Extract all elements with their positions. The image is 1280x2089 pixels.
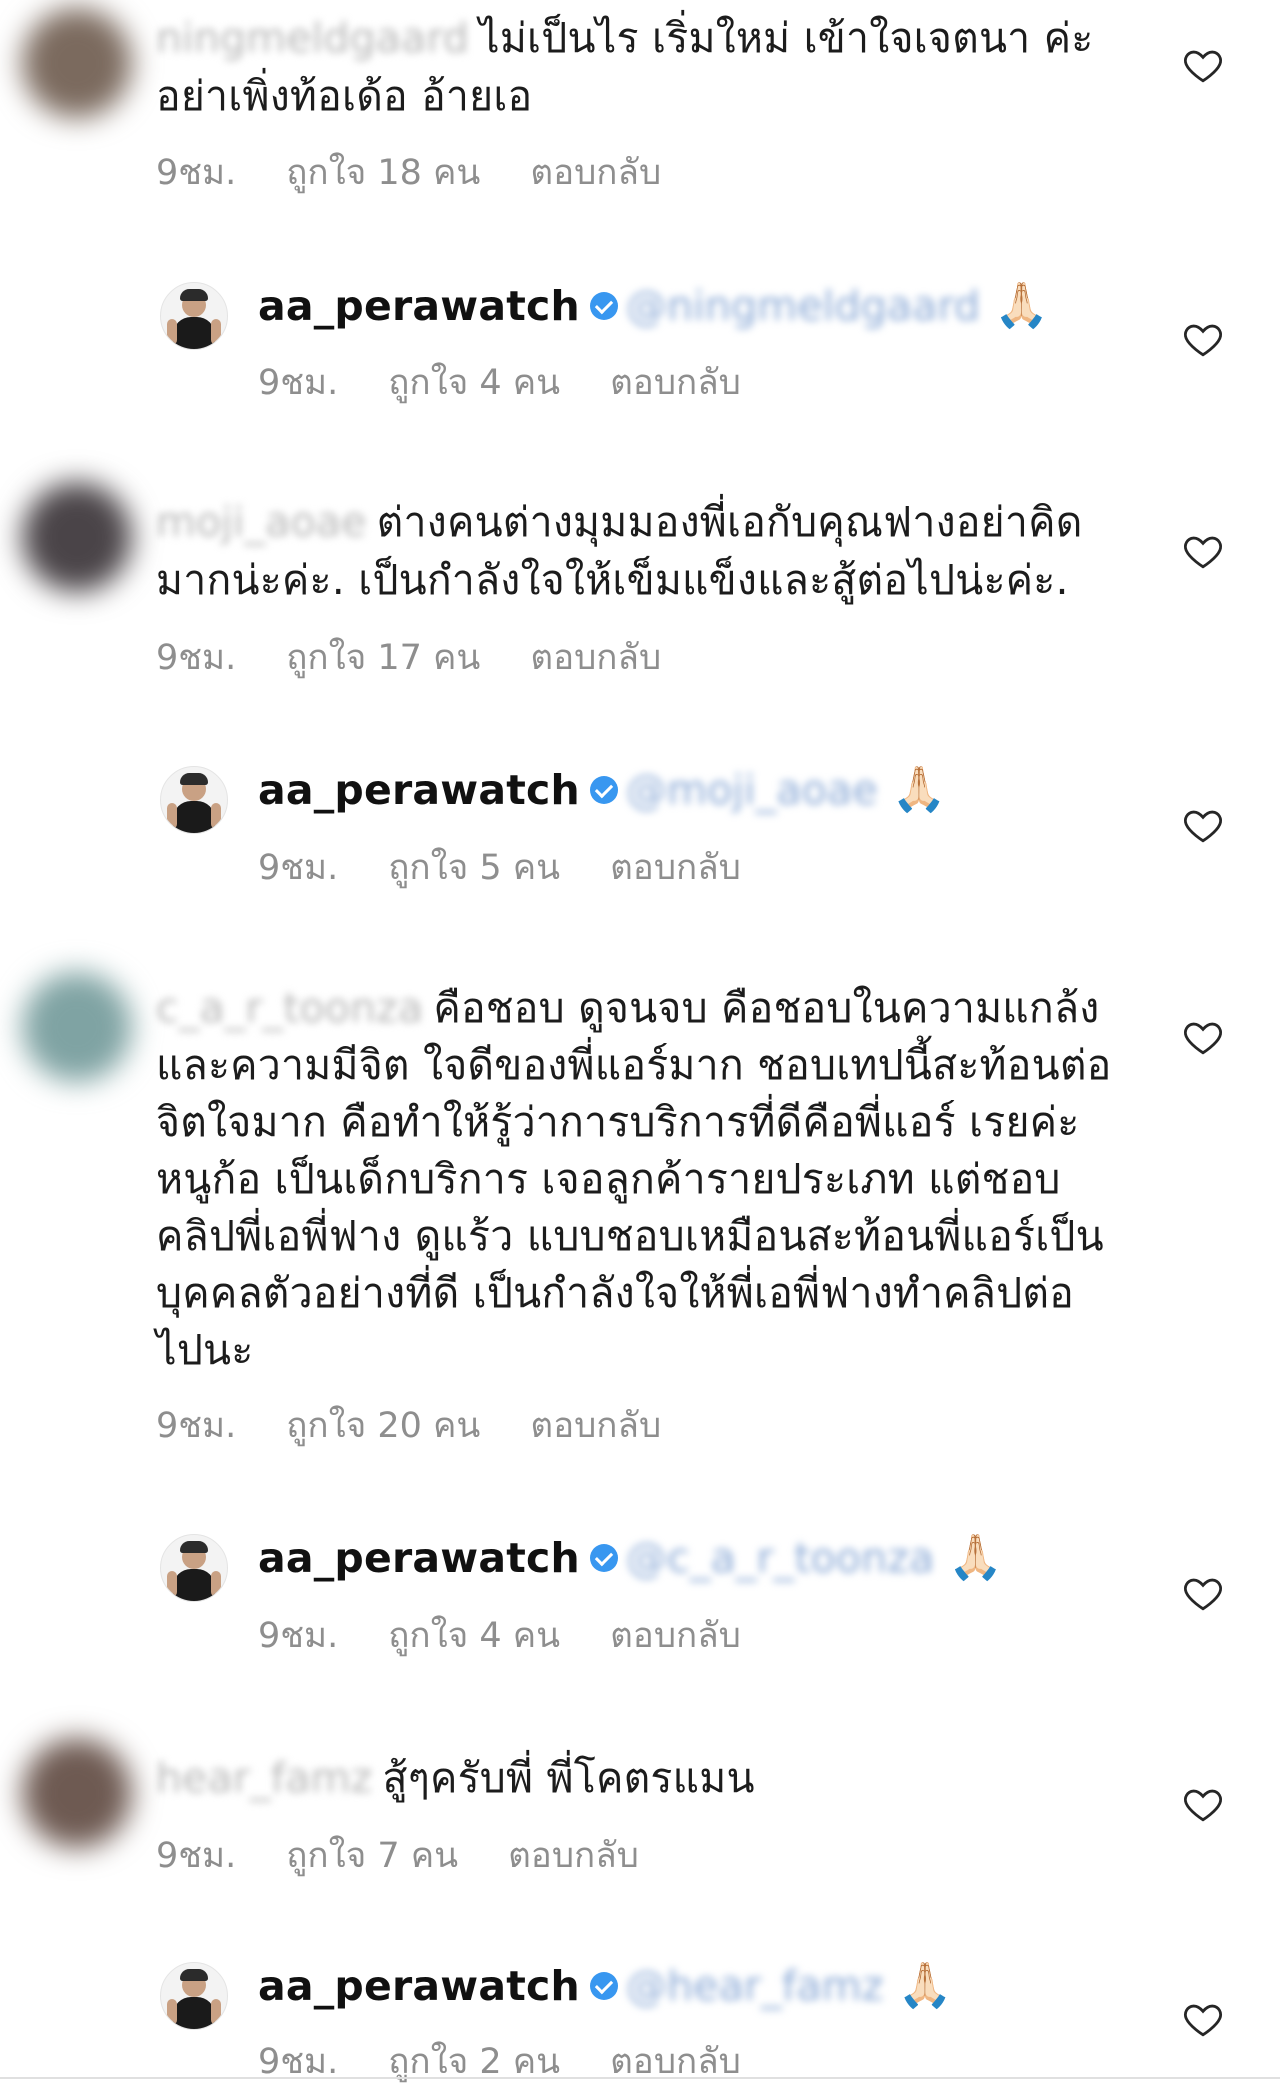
comment-meta: 9ชม. ถูกใจ 7 คน ตอบกลับ — [156, 1828, 689, 1883]
reply-username[interactable]: aa_perawatch — [258, 282, 580, 330]
reply-mention[interactable]: @hear_famz — [626, 1962, 884, 2010]
reply-mention[interactable]: @c_a_r_toonza — [626, 1534, 935, 1582]
reply-time: 9ชม. — [258, 1616, 339, 1656]
reply-button[interactable]: ตอบกลับ — [530, 638, 661, 678]
comment-text-line: มากน่ะค่ะ. เป็นกำลังใจให้เข็มแข็งและสู้ต… — [156, 556, 1069, 604]
commenter-username[interactable]: hear_famz — [156, 1754, 373, 1802]
comment-meta: 9ชม. ถูกใจ 17 คน ตอบกลับ — [156, 630, 711, 685]
heart-icon[interactable] — [1182, 1783, 1224, 1825]
comment-text-line: คลิปพี่เอพี่ฟาง ดูแร้ว แบบชอบเหมือนสะท้อ… — [156, 1212, 1104, 1260]
heart-icon[interactable] — [1182, 530, 1224, 572]
heart-icon[interactable] — [1182, 1572, 1224, 1614]
comment-meta: 9ชม. ถูกใจ 18 คน ตอบกลับ — [156, 145, 711, 200]
verified-badge-icon — [589, 292, 618, 320]
verified-badge-icon — [589, 1972, 618, 2000]
likes-count-link[interactable]: ถูกใจ 20 คน — [286, 1406, 480, 1446]
commenter-avatar[interactable] — [22, 1738, 132, 1848]
reply-text: aa_perawatch @moji_aoae 🙏🏻 — [258, 762, 947, 818]
verified-badge-icon — [589, 1544, 618, 1572]
reply-username[interactable]: aa_perawatch — [258, 1962, 580, 2010]
commenter-username[interactable]: ningmeldgaard — [156, 14, 469, 62]
reply-text: aa_perawatch @hear_famz 🙏🏻 — [258, 1958, 953, 2014]
reply-username[interactable]: aa_perawatch — [258, 766, 580, 814]
reply-button[interactable]: ตอบกลับ — [610, 363, 741, 403]
commenter-avatar[interactable] — [22, 972, 132, 1082]
comment-text-line: จิตใจมาก คือทำให้รู้ว่าการบริการที่ดีคือ… — [156, 1098, 1080, 1146]
folded-hands-icon: 🙏🏻 — [891, 764, 947, 815]
folded-hands-icon: 🙏🏻 — [994, 280, 1050, 331]
comment-time: 9ชม. — [156, 1406, 237, 1446]
comment-text: moji_aoae ต่างคนต่างมุมมองพี่เอกับคุณฟางอ… — [156, 498, 1083, 546]
heart-icon[interactable] — [1182, 1998, 1224, 2040]
commenter-username[interactable]: moji_aoae — [156, 498, 367, 546]
commenter-username[interactable]: c_a_r_toonza — [156, 984, 423, 1032]
reply-button[interactable]: ตอบกลับ — [530, 1406, 661, 1446]
reply-mention[interactable]: @moji_aoae — [626, 766, 878, 814]
commenter-avatar[interactable] — [22, 482, 132, 592]
comment-text-line: อย่าเพิ่งท้อเด้อ อ้ายเอ — [156, 72, 533, 120]
reply-mention[interactable]: @ningmeldgaard — [626, 282, 980, 330]
heart-icon[interactable] — [1182, 1016, 1224, 1058]
heart-icon[interactable] — [1182, 804, 1224, 846]
likes-count-link[interactable]: ถูกใจ 7 คน — [286, 1836, 458, 1876]
bottom-divider — [0, 2077, 1280, 2079]
comment-text: hear_famz สู้ๆครับพี่ พี่โคตรแมน — [156, 1754, 755, 1802]
likes-count-link[interactable]: ถูกใจ 4 คน — [388, 1616, 560, 1656]
commenter-avatar[interactable] — [22, 8, 132, 118]
comment-time: 9ชม. — [156, 153, 237, 193]
comment-time: 9ชม. — [156, 1836, 237, 1876]
comment-text-line: หนูก้อ เป็นเด็กบริการ เจอลูกค้ารายประเภท… — [156, 1155, 1061, 1203]
heart-icon[interactable] — [1182, 44, 1224, 86]
reply-button[interactable]: ตอบกลับ — [610, 848, 741, 888]
reply-time: 9ชม. — [258, 363, 339, 403]
likes-count-link[interactable]: ถูกใจ 17 คน — [286, 638, 480, 678]
reply-button[interactable]: ตอบกลับ — [610, 1616, 741, 1656]
verified-badge-icon — [589, 776, 618, 804]
comment-text-line: บุคคลตัวอย่างที่ดี เป็นกำลังใจให้พี่เอพี… — [156, 1269, 1075, 1317]
likes-count-link[interactable]: ถูกใจ 4 คน — [388, 363, 560, 403]
folded-hands-icon: 🙏🏻 — [948, 1532, 1004, 1583]
reply-meta: 9ชม. ถูกใจ 2 คน ตอบกลับ — [258, 2034, 791, 2089]
reply-button[interactable]: ตอบกลับ — [610, 2042, 741, 2082]
reply-text: aa_perawatch @ningmeldgaard 🙏🏻 — [258, 278, 1049, 334]
replier-avatar[interactable] — [160, 1962, 228, 2030]
reply-meta: 9ชม. ถูกใจ 4 คน ตอบกลับ — [258, 1608, 791, 1663]
reply-time: 9ชม. — [258, 2042, 339, 2082]
comment-time: 9ชม. — [156, 638, 237, 678]
reply-meta: 9ชม. ถูกใจ 4 คน ตอบกลับ — [258, 355, 791, 410]
replier-avatar[interactable] — [160, 1534, 228, 1602]
comment-meta: 9ชม. ถูกใจ 20 คน ตอบกลับ — [156, 1398, 711, 1453]
reply-username[interactable]: aa_perawatch — [258, 1534, 580, 1582]
likes-count-link[interactable]: ถูกใจ 18 คน — [286, 153, 480, 193]
reply-text: aa_perawatch @c_a_r_toonza 🙏🏻 — [258, 1530, 1003, 1586]
replier-avatar[interactable] — [160, 282, 228, 350]
comment-text-line: ไปนะ — [156, 1326, 254, 1374]
heart-icon[interactable] — [1182, 318, 1224, 360]
folded-hands-icon: 🙏🏻 — [897, 1960, 953, 2011]
reply-meta: 9ชม. ถูกใจ 5 คน ตอบกลับ — [258, 840, 791, 895]
likes-count-link[interactable]: ถูกใจ 5 คน — [388, 848, 560, 888]
replier-avatar[interactable] — [160, 766, 228, 834]
comment-text: c_a_r_toonza คือชอบ ดูจนจบ คือชอบในความแก… — [156, 984, 1100, 1032]
likes-count-link[interactable]: ถูกใจ 2 คน — [388, 2042, 560, 2082]
reply-time: 9ชม. — [258, 848, 339, 888]
reply-button[interactable]: ตอบกลับ — [530, 153, 661, 193]
comment-text-line: และความมีจิต ใจดีของพี่แอร์มาก ชอบเทปนี้… — [156, 1041, 1112, 1089]
reply-button[interactable]: ตอบกลับ — [508, 1836, 639, 1876]
comment-text: ningmeldgaard ไม่เป็นไร เริ่มใหม่ เข้าใจเ… — [156, 14, 1094, 62]
